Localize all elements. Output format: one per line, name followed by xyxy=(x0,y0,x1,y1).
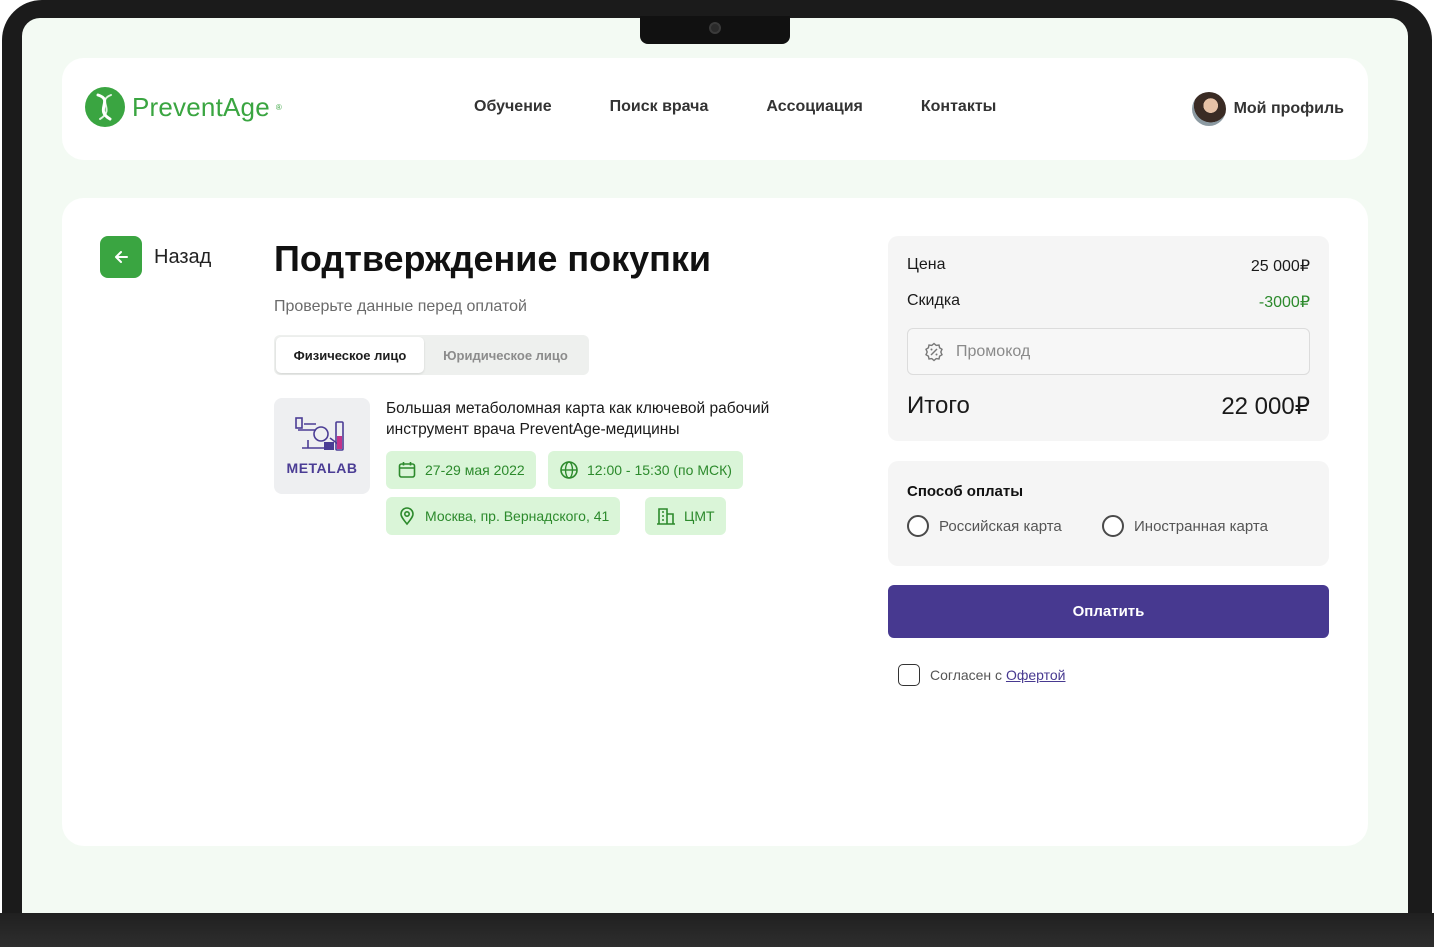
promo-field[interactable] xyxy=(907,328,1310,375)
back-button[interactable] xyxy=(100,236,142,278)
radio-circle[interactable] xyxy=(907,515,929,537)
venue-badge: ЦМТ xyxy=(645,497,726,535)
course-address: Москва, пр. Вернадского, 41 xyxy=(425,508,610,524)
payment-method-title: Способ оплаты xyxy=(907,483,1024,500)
agree-text: Согласен с Офертой xyxy=(930,667,1066,683)
time-badge: 12:00 - 15:30 (по МСК) xyxy=(548,451,743,489)
globe-icon xyxy=(560,461,578,479)
total-value: 22 000₽ xyxy=(1221,393,1310,420)
agree-checkbox[interactable] xyxy=(898,664,920,686)
offer-link[interactable]: Офертой xyxy=(1006,667,1066,683)
radio-foreign-card[interactable]: Иностранная карта xyxy=(1102,515,1268,537)
page-title: Подтверждение покупки xyxy=(274,238,712,279)
main-nav: Обучение Поиск врача Ассоциация Контакты xyxy=(474,98,996,116)
discount-label: Скидка xyxy=(907,292,961,309)
laptop-base xyxy=(0,913,1434,947)
course-time: 12:00 - 15:30 (по МСК) xyxy=(587,462,732,478)
radio-label: Иностранная карта xyxy=(1134,517,1268,535)
building-icon xyxy=(657,508,675,525)
course-thumbnail: METALAB xyxy=(274,398,370,494)
page-subtitle: Проверьте данные перед оплатой xyxy=(274,298,527,315)
date-badge: 27-29 мая 2022 xyxy=(386,451,536,489)
logo-icon xyxy=(85,87,125,127)
back-label: Назад xyxy=(154,245,212,268)
radio-label: Российская карта xyxy=(939,517,1062,535)
discount-badge-icon xyxy=(925,342,943,361)
top-header: PreventAge ® Обучение Поиск врача Ассоциа… xyxy=(62,58,1368,160)
screen: PreventAge ® Обучение Поиск врача Ассоциа… xyxy=(22,18,1408,913)
address-badge: Москва, пр. Вернадского, 41 xyxy=(386,497,621,535)
microscope-icon xyxy=(295,417,344,451)
calendar-icon xyxy=(398,462,416,478)
tab-legal-entity[interactable]: Юридическое лицо xyxy=(424,337,587,373)
total-label: Итого xyxy=(907,392,970,419)
promo-input[interactable] xyxy=(956,342,1276,361)
price-value: 25 000₽ xyxy=(1250,258,1310,275)
tab-individual[interactable]: Физическое лицо xyxy=(276,337,424,373)
pay-button[interactable]: Оплатить xyxy=(888,585,1329,638)
course-title: Большая метаболомная карта как ключевой … xyxy=(386,400,770,438)
logo-text: PreventAge xyxy=(132,91,270,122)
profile-label: Мой профиль xyxy=(1233,100,1344,117)
course-venue: ЦМТ xyxy=(684,508,715,524)
nav-association[interactable]: Ассоциация xyxy=(766,98,863,116)
profile-link[interactable]: Мой профиль xyxy=(1191,92,1344,126)
arrow-left-icon xyxy=(115,251,128,263)
discount-row: Скидка -3000₽ xyxy=(907,292,1310,312)
radio-circle[interactable] xyxy=(1102,515,1124,537)
price-row: Цена 25 000₽ xyxy=(907,256,1310,276)
payment-method-box: Способ оплаты Российская карта Иностранн… xyxy=(888,461,1329,566)
logo-registered-mark: ® xyxy=(275,102,282,112)
offer-agreement: Согласен с Офертой xyxy=(898,664,1066,686)
agree-prefix: Согласен с xyxy=(930,667,1003,683)
discount-value: -3000₽ xyxy=(1258,294,1310,311)
radio-russian-card[interactable]: Российская карта xyxy=(907,515,1062,537)
purchase-card: Назад Подтверждение покупки Проверьте да… xyxy=(62,198,1368,846)
total-row: Итого 22 000₽ xyxy=(907,392,1310,421)
location-pin-icon xyxy=(400,507,414,526)
back-link[interactable]: Назад xyxy=(100,236,211,278)
webcam-icon xyxy=(709,22,721,34)
price-summary: Цена 25 000₽ Скидка -3000₽ Итого 22 000₽ xyxy=(888,236,1329,441)
avatar xyxy=(1191,92,1226,126)
nav-find-doctor[interactable]: Поиск врача xyxy=(610,98,709,116)
logo[interactable]: PreventAge ® xyxy=(84,86,282,128)
thumbnail-label: METALAB xyxy=(286,460,358,476)
course-date: 27-29 мая 2022 xyxy=(425,462,525,478)
price-label: Цена xyxy=(907,256,946,273)
nav-education[interactable]: Обучение xyxy=(474,98,552,116)
customer-type-toggle: Физическое лицо Юридическое лицо xyxy=(274,335,589,375)
nav-contacts[interactable]: Контакты xyxy=(921,98,996,116)
